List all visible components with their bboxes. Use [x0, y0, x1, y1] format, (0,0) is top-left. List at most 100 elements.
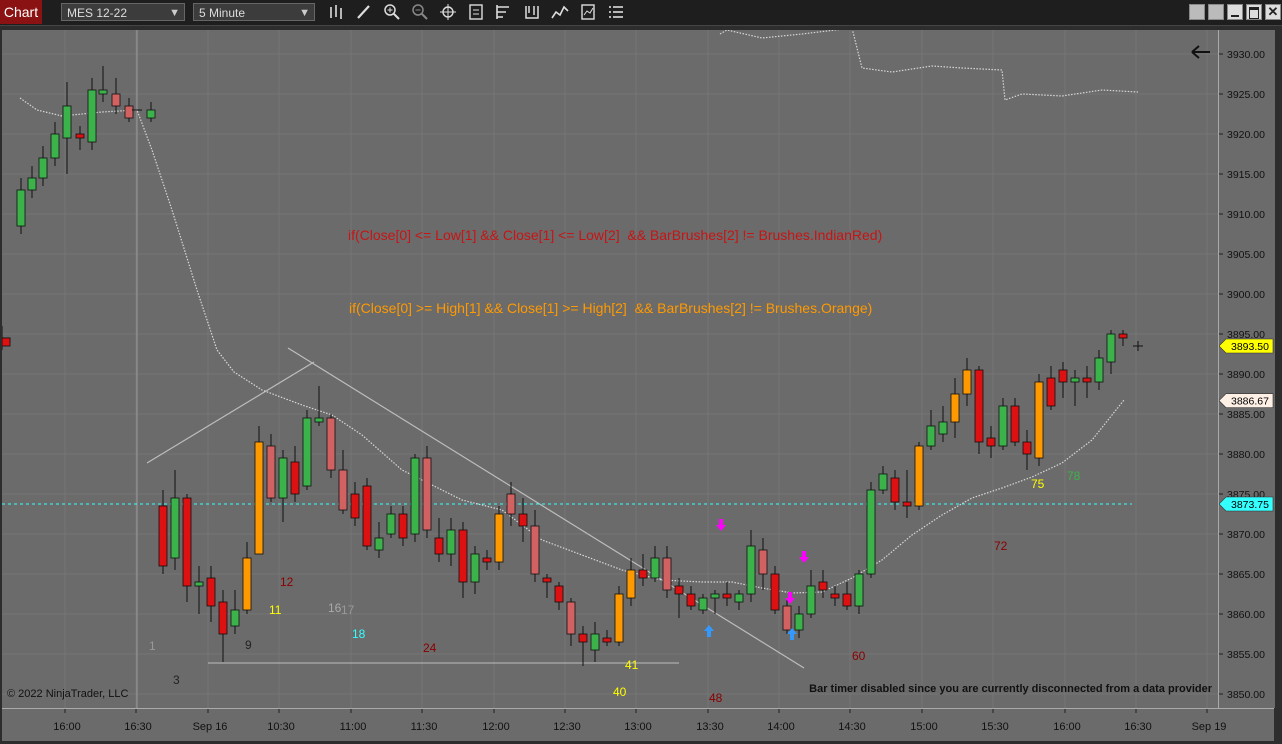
zoom-out-icon[interactable]: [410, 3, 430, 21]
strategy-icon[interactable]: [522, 3, 542, 21]
signal-up-arrow-icon: [704, 625, 714, 637]
candle-body: [734, 593, 744, 603]
crosshair-icon[interactable]: [438, 3, 458, 21]
close-button[interactable]: ✕: [1265, 4, 1281, 20]
candle-body: [410, 457, 420, 535]
bar-number-label: 1: [149, 639, 156, 653]
candle-body: [554, 585, 564, 603]
price-axis[interactable]: 3930.00 3925.00 3920.00 3915.00 3910.00 3905.…: [1218, 30, 1275, 708]
template-icon[interactable]: [578, 3, 598, 21]
candle-body: [266, 445, 276, 499]
minimize-button[interactable]: [1227, 4, 1243, 20]
candle-body: [758, 549, 768, 575]
bar-number-label: 12: [280, 575, 294, 589]
candle-body: [218, 601, 228, 635]
bar-number-label: 24: [423, 641, 437, 655]
time-tick-label: 14:00: [767, 721, 795, 733]
candle-body: [698, 597, 708, 611]
candle-body: [1058, 369, 1068, 383]
candle-body: [362, 485, 372, 547]
red-rule-annotation: if(Close[0] <= Low[1] && Close[1] <= Low…: [348, 227, 883, 243]
back-arrow-icon[interactable]: [1190, 44, 1212, 60]
candle-body: [578, 633, 588, 643]
candle-body: [974, 369, 984, 443]
candle-body: [38, 157, 48, 179]
tile-right-button[interactable]: [1208, 4, 1224, 20]
candle-body: [50, 133, 60, 159]
price-axis-labels: 3930.00 3925.00 3920.00 3915.00 3910.00 3905.…: [1219, 49, 1274, 701]
candle-body: [1094, 357, 1104, 383]
candle-body: [98, 89, 108, 95]
chevron-down-icon: ▼: [299, 7, 310, 19]
chart-tab[interactable]: Chart: [0, 0, 42, 24]
candle-body: [422, 457, 432, 531]
candle-body: [950, 393, 960, 423]
close-icon: ✕: [1267, 4, 1279, 19]
signal-down-arrow-icon: [716, 519, 726, 531]
chart-properties-icon[interactable]: [494, 3, 514, 21]
time-tick-label: 11:00: [340, 721, 367, 733]
zoom-in-icon[interactable]: [382, 3, 402, 21]
candle-body: [530, 525, 540, 575]
candle-body: [614, 593, 624, 643]
interval-selector[interactable]: 5 Minute ▼: [193, 3, 315, 21]
candle-body: [506, 493, 516, 515]
candle-body: [194, 581, 204, 587]
candle-body: [398, 513, 408, 539]
candle-body: [470, 553, 480, 583]
candle-body: [124, 105, 134, 119]
price-tick-label: 3930.00: [1227, 49, 1265, 61]
time-tick-label: 14:30: [838, 721, 866, 733]
price-marker-label: 3893.50: [1231, 341, 1269, 353]
candle-body: [182, 497, 192, 587]
bar-number-label: 41: [625, 658, 639, 672]
candle-body: [1070, 377, 1080, 383]
price-marker-label: 3886.67: [1231, 396, 1269, 408]
orange-rule-annotation: if(Close[0] >= High[1] && Close[1] >= Hi…: [349, 300, 873, 316]
candle-body: [962, 369, 972, 395]
data-box-icon[interactable]: [466, 3, 486, 21]
maximize-button[interactable]: [1246, 4, 1262, 20]
price-tick-label: 3865.00: [1227, 569, 1265, 581]
time-tick-label: 10:30: [267, 721, 295, 733]
tile-left-button[interactable]: [1189, 4, 1205, 20]
candle-body: [602, 637, 612, 643]
candle-body: [458, 529, 468, 583]
bar-number-label: 72: [994, 539, 1008, 553]
candle-body: [518, 513, 528, 527]
candle-body: [818, 581, 828, 591]
candle-body: [902, 501, 912, 507]
candle-body: [1106, 333, 1116, 363]
candle-body: [1010, 405, 1020, 443]
candlestick-chart[interactable]: 137911121617182440414860727578: [2, 30, 1218, 708]
candle-body: [278, 457, 288, 499]
bar-number-label: 9: [245, 638, 252, 652]
menu-list-icon[interactable]: [606, 3, 626, 21]
price-panel[interactable]: 137911121617182440414860727578 if(Close[…: [2, 30, 1218, 708]
candle-body: [1046, 377, 1056, 407]
bar-number-label: 40: [613, 685, 627, 699]
time-tick-label: 16:30: [124, 721, 152, 733]
indicators-icon[interactable]: [550, 3, 570, 21]
bar-style-icon[interactable]: [327, 3, 347, 21]
candle-body: [75, 133, 85, 139]
time-axis[interactable]: 16:00 16:30 Sep 16 10:30 11:00 11:30 12:00 12:3…: [2, 708, 1274, 741]
time-tick-label: 15:00: [910, 721, 938, 733]
candle-body: [158, 505, 168, 567]
time-tick-label: 12:00: [482, 721, 510, 733]
candle-body: [746, 545, 756, 595]
candle-body: [350, 493, 360, 519]
bar-number-label: 3: [173, 673, 180, 687]
candle-body: [1034, 381, 1044, 459]
instrument-selector[interactable]: MES 12-22 ▼: [61, 3, 185, 21]
chevron-down-icon: ▼: [169, 7, 180, 19]
upper-indicator-line: [719, 30, 1139, 101]
candle-body: [710, 593, 720, 599]
price-tick-label: 3920.00: [1227, 129, 1265, 141]
candle-body: [626, 569, 636, 599]
time-tick-label: Sep 19: [1192, 721, 1227, 733]
pencil-icon[interactable]: [354, 3, 374, 21]
price-tick-label: 3850.00: [1227, 689, 1265, 701]
candle-body: [542, 577, 552, 583]
candle-body: [938, 421, 948, 435]
